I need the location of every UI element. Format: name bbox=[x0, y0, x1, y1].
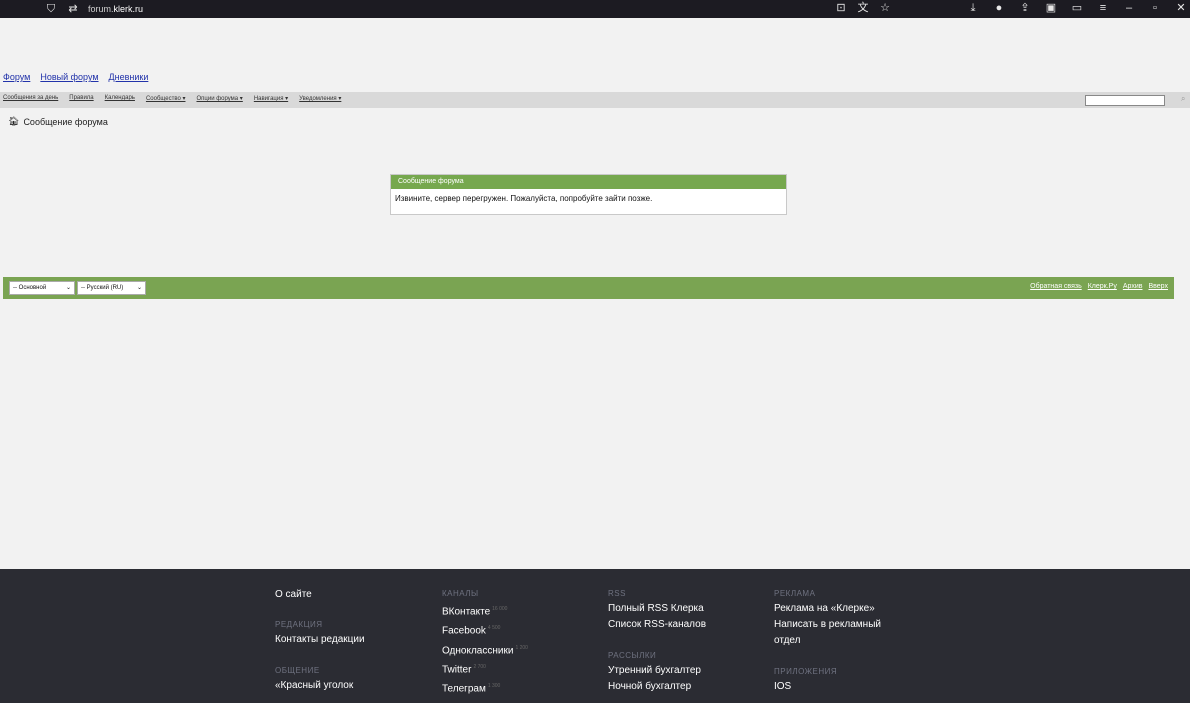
editorial-title: РЕДАКЦИЯ bbox=[275, 620, 323, 629]
message-text: Извините, сервер перегружен. Пожалуйста,… bbox=[395, 194, 653, 203]
top-links: Форум Новый форум Дневники bbox=[3, 72, 148, 82]
reader-view-icon[interactable]: ⊡ bbox=[834, 1, 848, 15]
ads-on-klerk-link[interactable]: Реклама на «Клерке» bbox=[774, 601, 934, 617]
browser-toolbar: ⛉ ⇄ forum.klerk.ru ⊡ 文 ☆ ⤓ ● ⇪ ▣ ▭ ≡ – ▫… bbox=[0, 0, 1190, 18]
url-text[interactable]: forum.klerk.ru bbox=[88, 4, 143, 14]
language-select[interactable]: -- Русский (RU) ⌄ bbox=[77, 281, 146, 295]
channel-telegram[interactable]: Телеграм 1 300 bbox=[442, 678, 602, 697]
address-bar[interactable]: ⛉ ⇄ forum.klerk.ru bbox=[44, 2, 143, 16]
channel-vk[interactable]: ВКонтакте 16 000 bbox=[442, 601, 602, 620]
footer-col-channels: КАНАЛЫ ВКонтакте 16 000 Facebook 4 500 Одн… bbox=[442, 587, 602, 698]
style-select[interactable]: -- Основной ⌄ bbox=[9, 281, 75, 295]
site-permissions-icon[interactable]: ⇄ bbox=[66, 2, 80, 16]
link-diaries[interactable]: Дневники bbox=[109, 72, 149, 82]
apps-title: ПРИЛОЖЕНИЯ bbox=[774, 667, 838, 676]
newsletters-title: РАССЫЛКИ bbox=[608, 651, 657, 660]
morning-accountant-link[interactable]: Утренний бухгалтер bbox=[608, 663, 768, 679]
red-corner-link[interactable]: «Красный уголок bbox=[275, 678, 435, 694]
message-box: Сообщение форума Извините, сервер перегр… bbox=[390, 174, 787, 215]
channels-title: КАНАЛЫ bbox=[442, 589, 479, 598]
editorial-contacts-link[interactable]: Контакты редакции bbox=[275, 632, 435, 648]
menu-icon[interactable]: ≡ bbox=[1096, 1, 1110, 15]
klerk-link[interactable]: Клерк.Ру bbox=[1088, 283, 1117, 290]
ios-app-link[interactable]: IOS bbox=[774, 679, 934, 695]
bookmark-star-icon[interactable]: ☆ bbox=[878, 1, 892, 15]
night-accountant-link[interactable]: Ночной бухгалтер bbox=[608, 679, 768, 695]
search-icon[interactable]: ⌕ bbox=[1181, 94, 1185, 104]
channel-facebook[interactable]: Facebook 4 500 bbox=[442, 620, 602, 639]
top-link[interactable]: Вверх bbox=[1148, 283, 1168, 290]
archive-link[interactable]: Архив bbox=[1123, 283, 1143, 290]
nav-notifications[interactable]: Уведомления ▾ bbox=[299, 95, 341, 102]
translate-icon[interactable]: 文 bbox=[856, 1, 870, 15]
site-footer: О сайте РЕДАКЦИЯ Контакты редакции ОБЩЕН… bbox=[0, 569, 1190, 703]
ads-title: РЕКЛАМА bbox=[774, 589, 816, 598]
home-icon[interactable]: 🏠︎ bbox=[8, 116, 19, 127]
forum-navbar: Сообщения за день Правила Календарь Сооб… bbox=[0, 92, 1190, 108]
footer-bar: -- Основной ⌄ -- Русский (RU) ⌄ Обратная с… bbox=[3, 277, 1174, 299]
search-input[interactable] bbox=[1085, 95, 1165, 106]
footer-col-about: О сайте РЕДАКЦИЯ Контакты редакции ОБЩЕН… bbox=[275, 587, 435, 694]
download-icon[interactable]: ⤓ bbox=[966, 1, 980, 15]
channel-twitter[interactable]: Twitter 2 700 bbox=[442, 659, 602, 678]
footer-col-ads: РЕКЛАМА Реклама на «Клерке» Написать в р… bbox=[774, 587, 934, 695]
share-icon[interactable]: ⇪ bbox=[1018, 1, 1032, 15]
rss-full-link[interactable]: Полный RSS Клерка bbox=[608, 601, 768, 617]
nav-community[interactable]: Сообщество ▾ bbox=[146, 95, 186, 102]
footer-col-rss: RSS Полный RSS Клерка Список RSS-каналов… bbox=[608, 587, 768, 695]
breadcrumb: 🏠︎ Сообщение форума bbox=[8, 116, 108, 127]
minimize-icon[interactable]: – bbox=[1122, 1, 1136, 15]
message-title: Сообщение форума bbox=[391, 175, 786, 189]
nav-navigation[interactable]: Навигация ▾ bbox=[254, 95, 288, 102]
link-forum[interactable]: Форум bbox=[3, 72, 30, 82]
shield-icon[interactable]: ⛉ bbox=[44, 2, 58, 16]
feedback-link[interactable]: Обратная связь bbox=[1030, 283, 1082, 290]
sidebar-icon[interactable]: ▭ bbox=[1070, 1, 1084, 15]
about-link[interactable]: О сайте bbox=[275, 587, 435, 603]
breadcrumb-current: Сообщение форума bbox=[23, 116, 108, 127]
rss-list-link[interactable]: Список RSS-каналов bbox=[608, 617, 768, 633]
nav-forum-options[interactable]: Опции форума ▾ bbox=[196, 95, 242, 102]
rss-title: RSS bbox=[608, 589, 626, 598]
link-new-forum[interactable]: Новый форум bbox=[40, 72, 98, 82]
nav-today-posts[interactable]: Сообщения за день bbox=[3, 95, 58, 102]
write-ads-dept-link-cont[interactable]: отдел bbox=[774, 633, 934, 649]
container-icon[interactable]: ▣ bbox=[1044, 1, 1058, 15]
nav-calendar[interactable]: Календарь bbox=[105, 95, 135, 102]
extension-icon[interactable]: ● bbox=[992, 1, 1006, 15]
nav-rules[interactable]: Правила bbox=[69, 95, 93, 102]
write-ads-dept-link[interactable]: Написать в рекламный bbox=[774, 617, 934, 633]
close-icon[interactable]: ✕ bbox=[1174, 1, 1188, 15]
channel-ok[interactable]: Одноклассники 1 200 bbox=[442, 640, 602, 659]
restore-icon[interactable]: ▫ bbox=[1148, 1, 1162, 15]
community-title: ОБЩЕНИЕ bbox=[275, 666, 320, 675]
